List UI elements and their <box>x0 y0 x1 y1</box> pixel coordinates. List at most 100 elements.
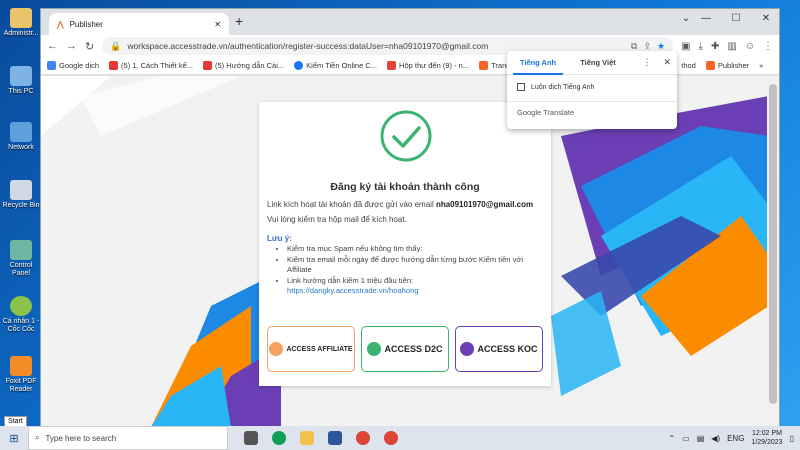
chrome-active-icon[interactable] <box>384 431 398 445</box>
computer-icon <box>10 66 32 86</box>
new-tab-icon[interactable]: + <box>235 13 243 29</box>
edge-icon[interactable] <box>272 431 286 445</box>
koc-logo-icon <box>460 342 475 356</box>
success-check-icon <box>380 110 432 162</box>
note-list: Kiểm tra mục Spam nếu không tìm thấy: Ki… <box>287 244 543 297</box>
tab-strip: ⋀ Publisher ✕ + ⌄ — ☐ ✕ <box>41 9 779 35</box>
bookmark-google-dich[interactable]: Google dịch <box>47 61 99 70</box>
access-koc-badge[interactable]: ACCESS KOC <box>455 326 543 372</box>
desktop-icon-network[interactable]: Network <box>2 122 40 152</box>
taskbar-search[interactable]: ⌕ Type here to search <box>28 426 228 450</box>
success-card: Đăng ký tài khoản thành công Link kích h… <box>259 102 551 386</box>
word-icon[interactable] <box>328 431 342 445</box>
menu-icon[interactable]: ⋮ <box>763 41 773 52</box>
taskbar: ⊞ ⌕ Type here to search ⌃ ▭ ▤ ◀) ENG 12:… <box>0 426 800 450</box>
desktop-icon-foxit[interactable]: Foxit PDF Reader <box>2 356 40 394</box>
recycle-bin-icon <box>10 180 32 200</box>
user-folder-icon <box>10 8 32 28</box>
chevron-up-icon[interactable]: ⌃ <box>668 434 675 443</box>
bookmark-publisher[interactable]: Publisher <box>705 61 749 70</box>
back-icon[interactable]: ← <box>47 40 58 52</box>
guide-link[interactable]: https://dangky.accesstrade.vn/hoahong <box>287 286 419 295</box>
lock-icon: 🔒 <box>110 40 122 51</box>
product-badges: ACCESS AFFILIATE ACCESS D2C ACCESS KOC <box>267 326 543 372</box>
camera-icon[interactable]: ▭ <box>682 434 690 443</box>
gmail-icon <box>387 61 397 70</box>
sidepanel-icon[interactable]: ▥ <box>727 41 736 52</box>
close-icon[interactable]: ✕ <box>663 57 671 68</box>
affiliate-logo-icon <box>269 342 284 356</box>
bookmark-gmail[interactable]: Hộp thư đến (9) - n... <box>387 61 469 70</box>
access-affiliate-badge[interactable]: ACCESS AFFILIATE <box>267 326 355 372</box>
bookmark-youtube-2[interactable]: (5) Hướng dẫn Cài... <box>203 61 284 70</box>
always-translate-option[interactable]: Luôn dịch Tiếng Anh <box>507 75 677 101</box>
task-view-icon[interactable] <box>244 431 258 445</box>
list-item: Kiểm tra email mỗi ngày để được hướng dẫ… <box>287 255 543 276</box>
desktop-icon-this-pc[interactable]: This PC <box>2 66 40 96</box>
bookmark-youtube-1[interactable]: (5) 1. Cách Thiết kế... <box>109 61 193 70</box>
access-d2c-badge[interactable]: ACCESS D2C <box>361 326 449 372</box>
clock-time: 12:02 PM <box>752 430 782 437</box>
close-window-icon[interactable]: ✕ <box>751 9 781 27</box>
network-icon <box>10 122 32 142</box>
forward-icon[interactable]: → <box>66 40 77 52</box>
coccoc-icon <box>10 296 32 316</box>
registered-email: nha09101970@gmail.com <box>435 200 534 209</box>
file-explorer-icon[interactable] <box>300 431 314 445</box>
translate-popup: Tiếng Anh Tiếng Việt ⋮ ✕ Luôn dịch Tiếng… <box>507 51 677 129</box>
language-indicator[interactable]: ENG <box>727 434 744 443</box>
bookmark-method[interactable]: thod <box>681 61 696 70</box>
google-translate-footer: Google Translate <box>507 101 677 123</box>
maximize-icon[interactable]: ☐ <box>721 9 751 27</box>
reload-icon[interactable]: ↻ <box>85 40 94 53</box>
network-tray-icon[interactable]: ▤ <box>697 434 705 443</box>
notifications-icon[interactable]: ▯ <box>790 434 794 443</box>
minimize-icon[interactable]: — <box>691 9 721 27</box>
activation-message: Link kích hoạt tài khoản đã được gửi vào… <box>267 200 534 209</box>
accesstrade-icon <box>705 61 715 70</box>
chrome-icon[interactable] <box>356 431 370 445</box>
tab-vietnamese[interactable]: Tiếng Việt <box>573 51 623 75</box>
youtube-icon <box>203 61 213 70</box>
always-translate-checkbox[interactable] <box>517 83 525 91</box>
facebook-icon <box>294 61 304 70</box>
more-options-icon[interactable]: ⋮ <box>642 57 651 68</box>
browser-window: ⋀ Publisher ✕ + ⌄ — ☐ ✕ ← → ↻ 🔒 workspac… <box>40 8 780 427</box>
list-item: Kiểm tra mục Spam nếu không tìm thấy: <box>287 244 543 255</box>
system-tray: ⌃ ▭ ▤ ◀) ENG 12:02 PM 1/29/2023 ▯ <box>668 429 800 447</box>
accesstrade-logo-icon: ⋀ <box>57 19 64 29</box>
tab-english[interactable]: Tiếng Anh <box>513 51 563 75</box>
control-panel-icon <box>10 240 32 260</box>
youtube-icon <box>109 61 119 70</box>
check-mail-message: Vui lòng kiểm tra hộp mail để kích hoạt. <box>267 215 407 224</box>
list-item: Link hướng dẫn kiếm 1 triệu đầu tiên:htt… <box>287 276 543 297</box>
translate-icon[interactable]: ⧉ <box>631 41 637 52</box>
success-title: Đăng ký tài khoản thành công <box>330 181 480 193</box>
page-scrollbar[interactable] <box>767 76 779 427</box>
profile-avatar-icon[interactable]: ☺ <box>745 41 755 52</box>
desktop-icon-recycle-bin[interactable]: Recycle Bin <box>2 180 40 210</box>
tab-publisher[interactable]: ⋀ Publisher ✕ <box>49 13 229 35</box>
accesstrade-icon <box>479 61 489 70</box>
foxit-pdf-icon <box>10 356 32 376</box>
clock-date: 1/29/2023 <box>751 439 783 446</box>
d2c-cart-icon <box>367 342 382 356</box>
windows-start-icon[interactable]: ⊞ <box>0 426 28 450</box>
more-bookmarks-icon[interactable]: » <box>759 61 763 70</box>
taskbar-apps <box>244 431 398 445</box>
share-icon[interactable]: ⇪ <box>643 41 651 52</box>
gallery-icon[interactable]: ▣ <box>681 41 690 52</box>
bookmark-star-icon[interactable]: ★ <box>657 41 665 52</box>
clock[interactable]: 12:02 PM 1/29/2023 <box>751 429 782 447</box>
search-icon: ⌕ <box>35 433 40 442</box>
close-tab-icon[interactable]: ✕ <box>214 20 221 29</box>
volume-icon[interactable]: ◀) <box>711 434 720 443</box>
scrollbar-thumb[interactable] <box>769 84 777 404</box>
bookmark-facebook[interactable]: Kiếm Tiền Online C... <box>294 61 377 70</box>
desktop-icon-admin[interactable]: Administr... <box>2 8 40 38</box>
google-translate-icon <box>47 61 56 70</box>
desktop-icon-control-panel[interactable]: Control Panel <box>2 240 40 278</box>
extensions-icon[interactable]: ✚ <box>711 41 719 52</box>
download-icon[interactable]: ⤓ <box>699 41 703 52</box>
desktop-icon-coccoc[interactable]: Cá nhân 1 - Cốc Cốc <box>2 296 40 334</box>
